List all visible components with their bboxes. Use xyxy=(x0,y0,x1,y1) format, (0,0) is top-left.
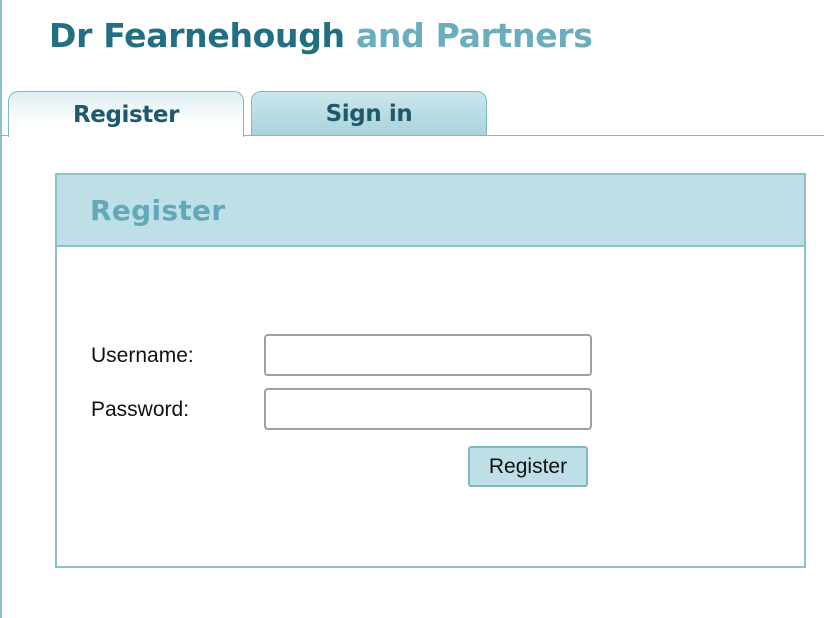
username-input[interactable] xyxy=(264,334,592,376)
password-label: Password: xyxy=(91,398,190,421)
register-panel-title: Register xyxy=(90,193,226,227)
password-input[interactable] xyxy=(264,388,592,430)
register-panel-header: Register xyxy=(57,175,804,247)
tab-register[interactable]: Register xyxy=(8,91,244,137)
left-border-rule xyxy=(0,0,2,618)
tab-sign-in-label: Sign in xyxy=(325,100,413,127)
tab-sign-in[interactable]: Sign in xyxy=(251,91,487,136)
register-button[interactable]: Register xyxy=(468,446,588,487)
site-title-main: Dr Fearnehough xyxy=(49,16,345,55)
site-title-sub: and Partners xyxy=(355,16,593,55)
register-panel: Register Username: Password: Register xyxy=(55,173,806,568)
username-label: Username: xyxy=(91,344,194,367)
site-title: Dr Fearnehough and Partners xyxy=(49,14,593,58)
tab-register-label: Register xyxy=(72,101,180,128)
